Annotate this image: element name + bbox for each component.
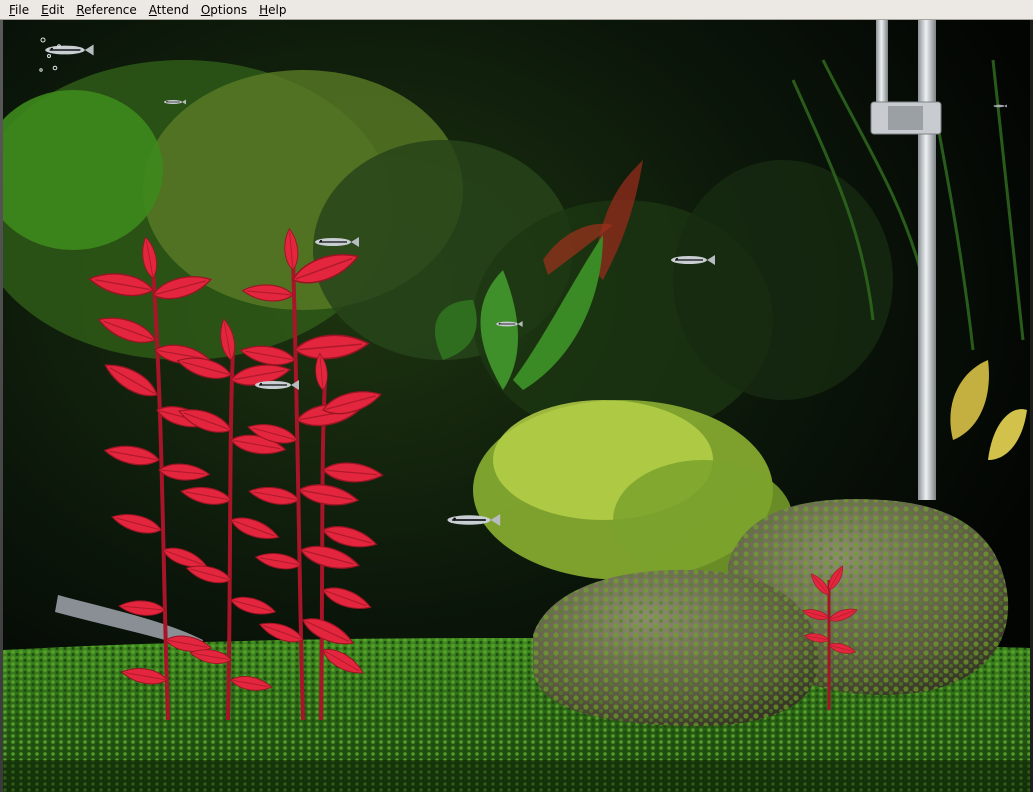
menu-edit[interactable]: Edit (35, 0, 70, 20)
menu-help-accel: H (259, 2, 269, 17)
menu-help-rest: elp (268, 2, 287, 17)
menu-help[interactable]: Help (253, 0, 292, 20)
aquarium-scene[interactable] (3, 20, 1030, 792)
menu-options[interactable]: Options (195, 0, 253, 20)
menu-edit-accel: E (41, 2, 49, 17)
menu-attend-accel: A (148, 2, 157, 17)
menu-reference-accel: R (76, 2, 85, 17)
menu-edit-rest: dit (48, 2, 65, 17)
menu-file-rest: ile (15, 2, 30, 17)
menu-reference-rest: eference (84, 2, 137, 17)
menu-file[interactable]: File (0, 0, 35, 20)
menu-attend-rest: ttend (156, 2, 189, 17)
aquarium-canvas (3, 20, 1030, 792)
menu-attend[interactable]: Attend (143, 0, 195, 20)
menu-options-accel: O (200, 2, 211, 17)
menu-reference[interactable]: Reference (70, 0, 142, 20)
menu-options-rest: ptions (210, 2, 248, 17)
menu-bar: File Edit Reference Attend Options Help (0, 0, 1033, 20)
